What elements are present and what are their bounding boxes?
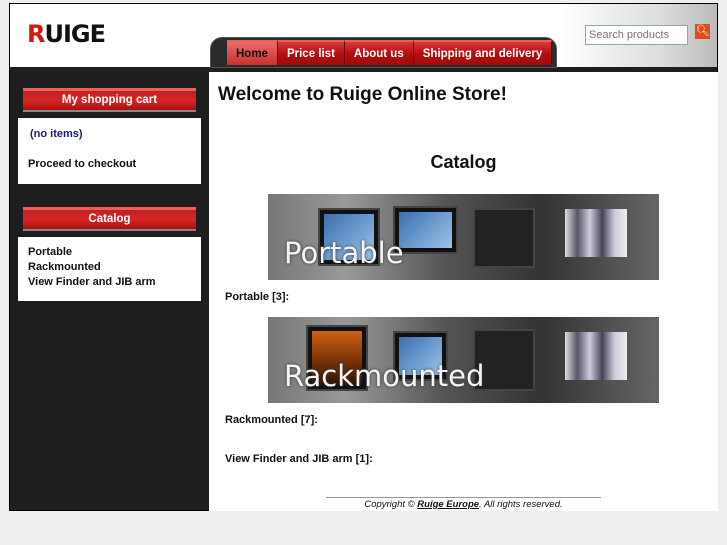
main-content: Welcome to Ruige Online Store! Catalog P… — [209, 72, 718, 511]
cart-title: My shopping cart — [23, 88, 196, 112]
main-nav: Home Price list About us Shipping and de… — [227, 40, 553, 65]
nav-price-list[interactable]: Price list — [277, 40, 345, 65]
rackmounted-banner[interactable]: Rackmounted — [268, 317, 659, 403]
copyright: Copyright © Ruige Europe. All rights res… — [364, 499, 563, 510]
rack-image — [565, 209, 627, 257]
monitor-image — [473, 208, 535, 268]
sidebar-category-rackmounted[interactable]: Rackmounted — [28, 260, 191, 275]
category-viewfinder[interactable]: View Finder and JIB arm [1]: — [225, 453, 373, 465]
nav-shipping[interactable]: Shipping and delivery — [413, 40, 553, 65]
catalog-box: Portable Rackmounted View Finder and JIB… — [18, 237, 201, 301]
catalog-heading: Catalog — [430, 152, 497, 172]
header: RUIGE Home Price list About us Shipping … — [10, 4, 717, 68]
search-input[interactable] — [585, 25, 688, 45]
sidebar-category-portable[interactable]: Portable — [28, 245, 191, 260]
page-title: Welcome to Ruige Online Store! — [218, 84, 507, 105]
ruige-europe-link[interactable]: Ruige Europe — [417, 499, 479, 510]
rack-image — [565, 332, 627, 380]
banner-label: Rackmounted — [284, 359, 485, 393]
category-rackmounted[interactable]: Rackmounted [7]: — [225, 414, 318, 426]
portable-banner[interactable]: Portable — [268, 194, 659, 280]
main-nav-container: Home Price list About us Shipping and de… — [210, 37, 557, 68]
page-frame: RUIGE Home Price list About us Shipping … — [9, 3, 718, 511]
banner-label: Portable — [284, 236, 404, 270]
cart-box: (no items) Proceed to checkout — [18, 118, 201, 184]
checkout-link[interactable]: Proceed to checkout — [28, 157, 191, 172]
sidebar-category-viewfinder[interactable]: View Finder and JIB arm — [28, 275, 191, 290]
category-portable[interactable]: Portable [3]: — [225, 291, 289, 303]
cart-empty-text: (no items) — [30, 128, 83, 140]
search-icon[interactable]: 🔍︎ — [695, 24, 710, 39]
nav-about-us[interactable]: About us — [344, 40, 414, 65]
ruige-logo[interactable]: RUIGE — [27, 20, 106, 48]
nav-home[interactable]: Home — [227, 40, 278, 65]
catalog-title: Catalog — [23, 207, 196, 231]
footer-divider — [326, 497, 601, 498]
